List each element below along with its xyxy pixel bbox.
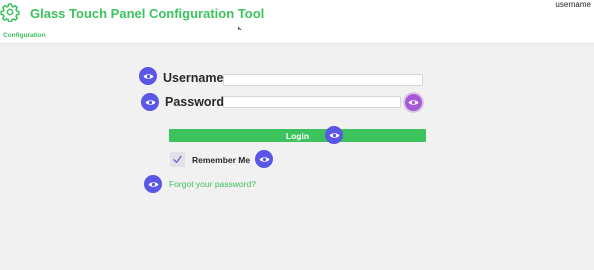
password-label: Password [165, 95, 225, 109]
remember-me-label: Remember Me [192, 155, 251, 165]
checkmark-icon [173, 155, 182, 164]
forgot-password-link[interactable]: Forgot your password? [169, 179, 256, 189]
eye-icon[interactable] [255, 150, 273, 168]
gear-icon [0, 2, 20, 23]
user-menu[interactable]: username [555, 0, 591, 9]
nav-bar: Configuration [0, 30, 594, 44]
username-input[interactable] [223, 74, 423, 86]
show-password-eye-icon[interactable] [403, 92, 424, 113]
eye-icon[interactable] [325, 126, 343, 144]
password-input[interactable] [223, 96, 401, 108]
app-title: Glass Touch Panel Configuration Tool [30, 6, 265, 21]
username-label: Username [163, 71, 224, 85]
login-button[interactable]: Login [169, 129, 426, 142]
nav-configuration-link[interactable]: Configuration [3, 32, 46, 39]
eye-icon[interactable] [144, 175, 162, 193]
app-header: Glass Touch Panel Configuration Tool use… [0, 0, 594, 30]
eye-icon[interactable] [141, 93, 159, 111]
eye-icon[interactable] [139, 67, 157, 85]
remember-me-checkbox[interactable] [170, 152, 185, 167]
